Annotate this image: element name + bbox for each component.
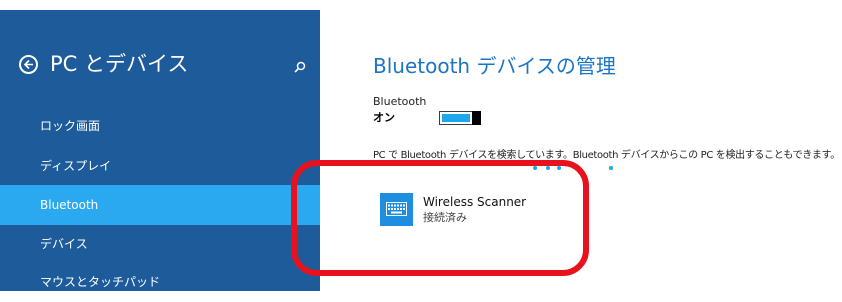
device-tile-wireless-scanner[interactable]: Wireless Scanner 接続済み: [380, 193, 600, 233]
device-name: Wireless Scanner: [423, 195, 527, 209]
sidebar-item-devices[interactable]: デバイス: [0, 224, 320, 264]
progress-dot: [557, 166, 561, 170]
search-icon[interactable]: [294, 61, 306, 73]
sidebar-item-bluetooth[interactable]: Bluetooth: [0, 185, 320, 225]
bluetooth-toggle[interactable]: [439, 111, 481, 125]
sidebar-item-display[interactable]: ディスプレイ: [0, 146, 320, 186]
toggle-thumb[interactable]: [472, 111, 481, 125]
back-arrow-icon[interactable]: [19, 55, 38, 74]
bluetooth-toggle-label: Bluetooth: [373, 95, 427, 108]
progress-dot: [609, 166, 613, 170]
top-strip: [0, 0, 320, 10]
progress-dot: [546, 166, 550, 170]
keyboard-icon: [380, 193, 413, 226]
search-status-text: PC で Bluetooth デバイスを検索しています。Bluetooth デバ…: [373, 150, 840, 161]
page-title: Bluetooth デバイスの管理: [373, 54, 616, 78]
progress-dot: [533, 166, 537, 170]
sidebar-item-lock-screen[interactable]: ロック画面: [0, 106, 320, 146]
device-status: 接続済み: [423, 211, 467, 224]
progress-dot: [575, 166, 579, 170]
toggle-state-text: オン: [373, 111, 395, 124]
sidebar-item-mouse-touchpad[interactable]: マウスとタッチパッド: [0, 262, 320, 302]
toggle-fill: [442, 114, 470, 122]
sidebar-title: PC とデバイス: [50, 52, 189, 76]
